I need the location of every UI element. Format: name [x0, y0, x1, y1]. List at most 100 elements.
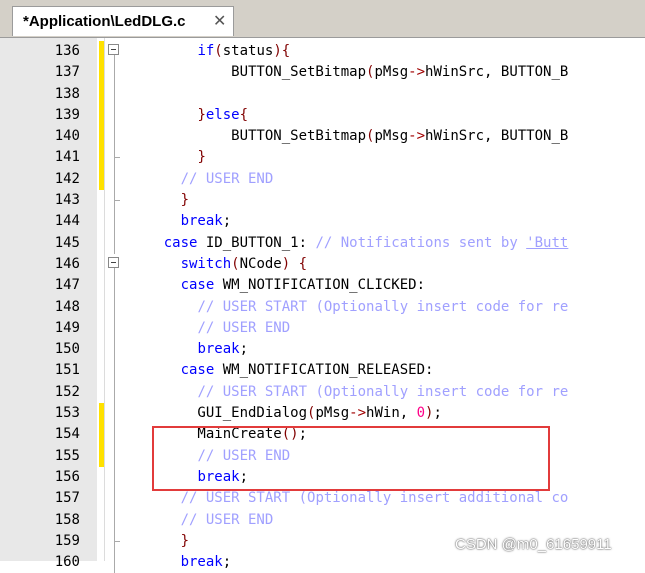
line-number: 143	[54, 192, 80, 209]
fold-line	[114, 317, 115, 340]
tab-leddlg[interactable]: *Application\LedDLG.c ✕	[12, 6, 234, 36]
line-number: 152	[54, 383, 80, 400]
line-number: 147	[54, 277, 80, 294]
code-line[interactable]: 146 switch(NCode) {	[0, 254, 645, 275]
line-number: 156	[54, 468, 80, 485]
code-text: // USER END	[130, 320, 290, 336]
line-number: 154	[54, 426, 80, 443]
code-text: break;	[130, 213, 240, 229]
code-token: (	[231, 255, 240, 272]
fold-line	[114, 158, 115, 169]
change-marker	[99, 83, 104, 105]
code-text: }	[130, 192, 189, 208]
code-token: // USER START (Optionally insert code fo…	[197, 383, 569, 400]
code-token: break	[180, 213, 223, 230]
code-text: switch(NCode) {	[130, 256, 307, 272]
code-line[interactable]: 138	[0, 83, 645, 105]
fold-end-marker	[114, 530, 120, 542]
code-token: }	[180, 192, 190, 209]
line-number: 150	[54, 341, 80, 358]
change-marker	[99, 41, 104, 63]
code-text: }else{	[130, 107, 248, 123]
code-token: ;	[433, 405, 442, 422]
code-text: // USER END	[130, 170, 274, 187]
code-line[interactable]: 152 // USER START (Optionally insert cod…	[0, 381, 645, 404]
code-line[interactable]: 148 // USER START (Optionally insert cod…	[0, 296, 645, 318]
code-token: pMsg	[374, 128, 409, 145]
code-line[interactable]: 136 if(status){	[0, 41, 645, 63]
code-token: ;	[222, 213, 240, 230]
code-line[interactable]: 145 case ID_BUTTON_1: // Notifications s…	[0, 232, 645, 254]
code-token: ;	[239, 341, 249, 358]
code-line[interactable]: 144 break;	[0, 211, 645, 233]
fold-line	[114, 552, 115, 573]
code-line[interactable]: 160 break;	[0, 552, 645, 573]
code-token: )	[281, 255, 291, 272]
close-icon[interactable]: ✕	[213, 13, 227, 29]
code-text: if(status){	[130, 43, 290, 59]
code-line[interactable]: 158 // USER END	[0, 509, 645, 531]
code-token: if	[197, 43, 215, 59]
code-token: // USER END	[180, 170, 274, 187]
code-line[interactable]: 142 // USER END	[0, 168, 645, 191]
fold-line	[114, 424, 115, 446]
code-token: )	[273, 43, 282, 59]
code-token: else	[205, 106, 240, 123]
line-number: 151	[54, 362, 80, 379]
line-number: 139	[54, 106, 80, 123]
code-text: GUI_EndDialog(pMsg->hWin, 0);	[130, 405, 442, 421]
code-token: pMsg	[374, 64, 409, 81]
code-line[interactable]: 151 case WM_NOTIFICATION_RELEASED:	[0, 360, 645, 382]
code-line[interactable]: 137 BUTTON_SetBitmap(pMsg->hWinSrc, BUTT…	[0, 62, 645, 84]
fold-line	[114, 232, 115, 254]
fold-line	[114, 168, 115, 191]
line-number: 142	[54, 170, 80, 187]
fold-line	[114, 275, 115, 297]
code-line[interactable]: 143 }	[0, 190, 645, 212]
code-line[interactable]: 149 // USER END	[0, 317, 645, 340]
watermark: CSDN @m0_61659911	[455, 536, 612, 553]
code-line[interactable]: 150 break;	[0, 339, 645, 361]
code-token: ID_BUTTON_1:	[197, 234, 316, 251]
fold-line	[114, 83, 115, 105]
code-line[interactable]: 141 }	[0, 147, 645, 169]
code-text: case ID_BUTTON_1: // Notifications sent …	[130, 234, 569, 251]
line-number: 145	[54, 234, 80, 251]
code-editor[interactable]: 136 if(status){137 BUTTON_SetBitmap(pMsg…	[0, 38, 645, 573]
code-token: status	[222, 43, 274, 59]
code-token: {	[239, 106, 249, 123]
line-number: 148	[54, 298, 80, 315]
code-token: {	[298, 255, 308, 272]
fold-line	[114, 126, 115, 148]
change-marker	[99, 403, 104, 425]
code-line[interactable]: 153 GUI_EndDialog(pMsg->hWin, 0);	[0, 403, 645, 425]
code-token: pMsg	[315, 405, 350, 422]
code-line[interactable]: 139 }else{	[0, 104, 645, 127]
code-token: ;	[222, 554, 232, 571]
code-line[interactable]: 157 // USER START (Optionally insert add…	[0, 488, 645, 510]
code-token: // USER END	[197, 319, 291, 336]
tab-bar: *Application\LedDLG.c ✕	[0, 0, 645, 38]
fold-collapse-icon[interactable]	[108, 256, 119, 268]
tab-label: *Application\LedDLG.c	[23, 13, 186, 30]
change-marker	[99, 104, 104, 127]
fold-collapse-icon[interactable]	[108, 44, 119, 55]
line-number: 157	[54, 490, 80, 507]
line-number: 138	[54, 85, 80, 102]
code-text: }	[130, 149, 205, 165]
code-line[interactable]: 147 case WM_NOTIFICATION_CLICKED:	[0, 275, 645, 297]
change-marker	[99, 424, 104, 446]
code-text: // USER START (Optionally insert code fo…	[130, 384, 568, 400]
line-number: 153	[54, 405, 80, 422]
code-line[interactable]: 140 BUTTON_SetBitmap(pMsg->hWinSrc, BUTT…	[0, 126, 645, 148]
line-number: 137	[54, 64, 80, 81]
